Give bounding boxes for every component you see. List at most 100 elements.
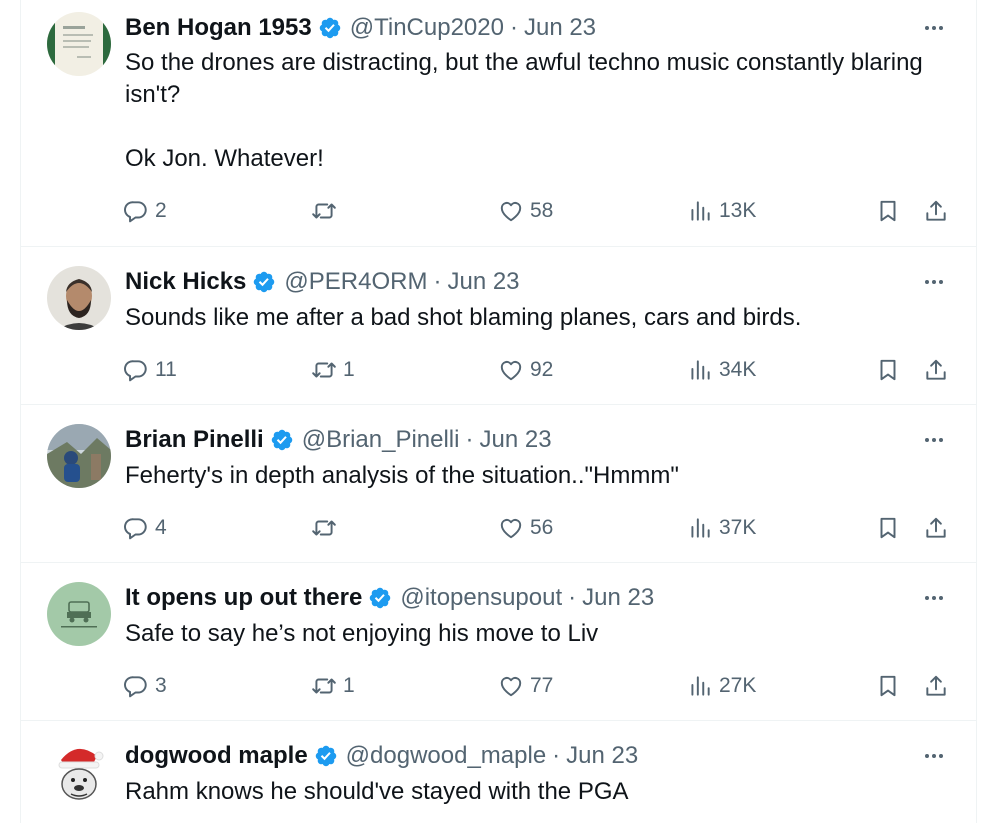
- action-bar: 11 1 92 34K: [21, 354, 976, 386]
- retweet-icon: [311, 673, 337, 699]
- tweet[interactable]: Nick Hicks @PER4ORM · Jun 23 Sounds like…: [21, 247, 976, 405]
- display-name[interactable]: dogwood maple: [125, 742, 308, 770]
- retweet-count: 1: [343, 358, 355, 381]
- reply-button[interactable]: 4: [123, 512, 167, 544]
- retweet-icon: [311, 357, 337, 383]
- avatar[interactable]: [47, 424, 111, 488]
- tweet-date[interactable]: Jun 23: [447, 268, 519, 296]
- like-button[interactable]: 92: [498, 354, 553, 386]
- reply-count: 11: [155, 358, 177, 381]
- like-count: 77: [530, 674, 554, 697]
- reply-feed: Ben Hogan 1953 @TinCup2020 · Jun 23 So t…: [20, 0, 977, 823]
- tweet-text-line: Sounds like me after a bad shot blaming …: [125, 304, 802, 331]
- more-options-button[interactable]: [920, 426, 948, 454]
- reply-button[interactable]: 2: [123, 195, 167, 227]
- avatar[interactable]: [47, 266, 111, 330]
- more-dots-icon: [922, 744, 946, 768]
- more-dots-icon: [922, 586, 946, 610]
- views-button[interactable]: 27K: [687, 670, 756, 702]
- reply-icon: [123, 198, 149, 224]
- heart-icon: [498, 357, 524, 383]
- share-button[interactable]: [923, 195, 955, 227]
- display-name[interactable]: Ben Hogan 1953: [125, 14, 312, 42]
- retweet-icon: [311, 515, 337, 541]
- share-icon: [923, 357, 949, 383]
- separator-dot: ·: [465, 426, 474, 453]
- view-count: 37K: [719, 516, 757, 539]
- reply-icon: [123, 673, 149, 699]
- reply-icon: [123, 515, 149, 541]
- separator-dot: ·: [552, 742, 561, 769]
- tweet-header: Nick Hicks @PER4ORM · Jun 23: [125, 268, 520, 296]
- heart-icon: [498, 673, 524, 699]
- bookmark-icon: [875, 357, 901, 383]
- reply-icon: [123, 357, 149, 383]
- like-count: 92: [530, 358, 554, 381]
- verified-badge-icon: [270, 428, 294, 452]
- views-button[interactable]: 13K: [687, 195, 756, 227]
- views-button[interactable]: 34K: [687, 354, 756, 386]
- tweet-date[interactable]: Jun 23: [524, 14, 596, 42]
- bookmark-icon: [875, 198, 901, 224]
- separator-dot: ·: [433, 268, 442, 295]
- like-button[interactable]: 77: [498, 670, 553, 702]
- retweet-button[interactable]: 1: [311, 354, 355, 386]
- user-handle[interactable]: @TinCup2020: [350, 14, 504, 42]
- tweet-date[interactable]: Jun 23: [566, 742, 638, 770]
- share-icon: [923, 515, 949, 541]
- more-options-button[interactable]: [920, 742, 948, 770]
- retweet-button[interactable]: [311, 195, 343, 227]
- bookmark-button[interactable]: [875, 670, 907, 702]
- reply-button[interactable]: 11: [123, 354, 177, 386]
- tweet[interactable]: It opens up out there @itopensupout · Ju…: [21, 563, 976, 721]
- tweet[interactable]: dogwood maple @dogwood_maple · Jun 23 Ra…: [21, 721, 976, 823]
- tweet-text-line: Ok Jon. Whatever!: [125, 145, 324, 172]
- more-options-button[interactable]: [920, 268, 948, 296]
- user-handle[interactable]: @Brian_Pinelli: [302, 426, 460, 454]
- views-chart-icon: [687, 357, 713, 383]
- heart-icon: [498, 515, 524, 541]
- views-chart-icon: [687, 673, 713, 699]
- share-button[interactable]: [923, 670, 955, 702]
- tweet[interactable]: Brian Pinelli @Brian_Pinelli · Jun 23 Fe…: [21, 405, 976, 563]
- separator-dot: ·: [568, 584, 577, 611]
- heart-icon: [498, 198, 524, 224]
- like-button[interactable]: 58: [498, 195, 553, 227]
- views-chart-icon: [687, 198, 713, 224]
- share-icon: [923, 198, 949, 224]
- tweet-text: Rahm knows he should've stayed with the …: [125, 776, 925, 808]
- views-button[interactable]: 37K: [687, 512, 756, 544]
- tweet-text-line: Feherty's in depth analysis of the situa…: [125, 462, 679, 489]
- views-chart-icon: [687, 515, 713, 541]
- verified-badge-icon: [318, 16, 342, 40]
- tweet[interactable]: Ben Hogan 1953 @TinCup2020 · Jun 23 So t…: [21, 0, 976, 247]
- action-bar: 4 56 37K: [21, 512, 976, 544]
- display-name[interactable]: It opens up out there: [125, 584, 362, 612]
- tweet-text: Safe to say he’s not enjoying his move t…: [125, 618, 925, 650]
- avatar[interactable]: [47, 582, 111, 646]
- display-name[interactable]: Brian Pinelli: [125, 426, 264, 454]
- tweet-date[interactable]: Jun 23: [479, 426, 551, 454]
- bookmark-button[interactable]: [875, 512, 907, 544]
- bookmark-button[interactable]: [875, 195, 907, 227]
- bookmark-button[interactable]: [875, 354, 907, 386]
- avatar[interactable]: [47, 740, 111, 804]
- user-handle[interactable]: @dogwood_maple: [346, 742, 547, 770]
- share-icon: [923, 673, 949, 699]
- like-count: 56: [530, 516, 554, 539]
- retweet-button[interactable]: 1: [311, 670, 355, 702]
- like-button[interactable]: 56: [498, 512, 553, 544]
- tweet-date[interactable]: Jun 23: [582, 584, 654, 612]
- retweet-button[interactable]: [311, 512, 343, 544]
- user-handle[interactable]: @PER4ORM: [284, 268, 427, 296]
- user-handle[interactable]: @itopensupout: [400, 584, 562, 612]
- more-options-button[interactable]: [920, 584, 948, 612]
- display-name[interactable]: Nick Hicks: [125, 268, 246, 296]
- reply-button[interactable]: 3: [123, 670, 167, 702]
- share-button[interactable]: [923, 512, 955, 544]
- avatar[interactable]: [47, 12, 111, 76]
- more-options-button[interactable]: [920, 14, 948, 42]
- tweet-text: Feherty's in depth analysis of the situa…: [125, 460, 925, 492]
- share-button[interactable]: [923, 354, 955, 386]
- tweet-header: Ben Hogan 1953 @TinCup2020 · Jun 23: [125, 14, 596, 42]
